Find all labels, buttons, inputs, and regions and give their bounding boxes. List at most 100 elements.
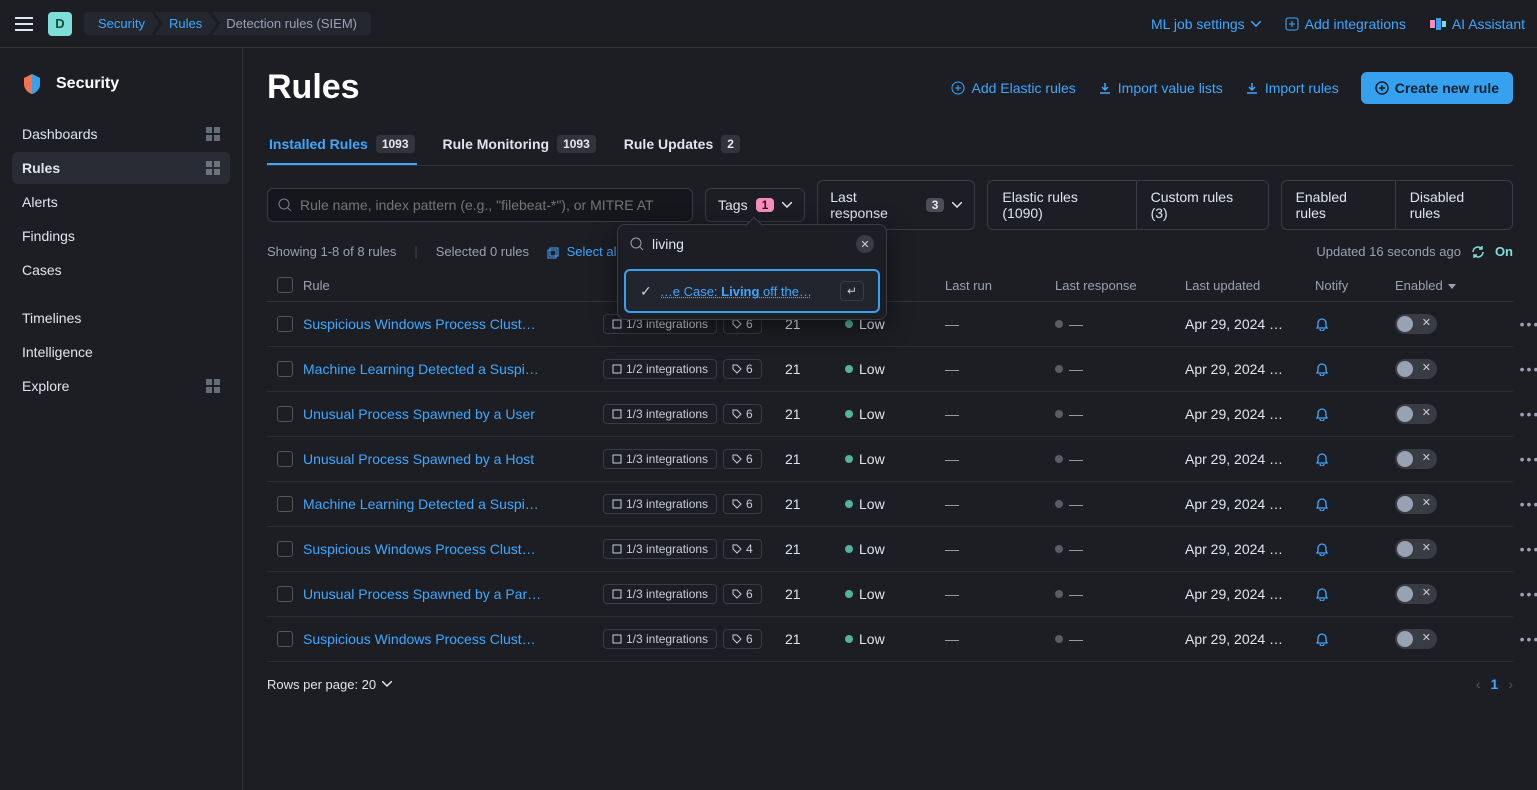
tags-chip[interactable]: 6 — [723, 494, 762, 514]
tab-rule-updates[interactable]: Rule Updates 2 — [622, 125, 742, 165]
enabled-toggle[interactable]: ✕ — [1395, 404, 1437, 424]
pager-prev[interactable]: ‹ — [1476, 676, 1481, 692]
hamburger-icon[interactable] — [12, 12, 36, 36]
rule-name-link[interactable]: Suspicious Windows Process Clust… — [303, 541, 603, 557]
custom-rules-seg[interactable]: Custom rules (3) — [1136, 181, 1268, 229]
enabled-toggle[interactable]: ✕ — [1395, 314, 1437, 334]
integrations-chip[interactable]: 1/3 integrations — [603, 494, 717, 514]
sidebar-item-timelines[interactable]: Timelines — [12, 302, 230, 334]
enabled-toggle[interactable]: ✕ — [1395, 539, 1437, 559]
disabled-rules-seg[interactable]: Disabled rules — [1395, 181, 1512, 229]
sidebar-item-dashboards[interactable]: Dashboards — [12, 118, 230, 150]
row-actions-button[interactable]: ••• — [1505, 361, 1537, 377]
rule-name-link[interactable]: Suspicious Windows Process Clust… — [303, 631, 603, 647]
space-avatar[interactable]: D — [48, 12, 72, 36]
rule-name-link[interactable]: Machine Learning Detected a Suspi… — [303, 361, 603, 377]
tags-option-row[interactable]: ✓ …e Case: Living off the… ↵ — [624, 269, 880, 313]
rule-name-link[interactable]: Unusual Process Spawned by a User — [303, 406, 603, 422]
row-checkbox[interactable] — [277, 586, 293, 602]
import-rules-link[interactable]: Import rules — [1245, 80, 1339, 96]
rule-name-link[interactable]: Unusual Process Spawned by a Host — [303, 451, 603, 467]
tags-chip[interactable]: 6 — [723, 359, 762, 379]
add-elastic-rules-link[interactable]: Add Elastic rules — [951, 80, 1075, 96]
notify-bell-button[interactable] — [1315, 542, 1395, 556]
enabled-toggle[interactable]: ✕ — [1395, 359, 1437, 379]
enabled-toggle[interactable]: ✕ — [1395, 584, 1437, 604]
create-new-rule-button[interactable]: Create new rule — [1361, 72, 1513, 104]
tab-installed-rules[interactable]: Installed Rules 1093 — [267, 125, 417, 165]
notify-bell-button[interactable] — [1315, 362, 1395, 376]
integrations-chip[interactable]: 1/3 integrations — [603, 404, 717, 424]
tab-rule-monitoring[interactable]: Rule Monitoring 1093 — [441, 125, 598, 165]
sidebar-title[interactable]: Security — [12, 64, 230, 104]
rows-per-page-button[interactable]: Rows per page: 20 — [267, 677, 392, 692]
row-actions-button[interactable]: ••• — [1505, 631, 1537, 647]
bell-icon — [1315, 587, 1329, 601]
ml-job-settings-link[interactable]: ML job settings — [1151, 16, 1261, 32]
row-checkbox[interactable] — [277, 361, 293, 377]
rule-name-link[interactable]: Machine Learning Detected a Suspi… — [303, 496, 603, 512]
rule-search-input[interactable] — [267, 188, 693, 222]
pager-page-1[interactable]: 1 — [1491, 676, 1499, 692]
col-rule[interactable]: Rule — [303, 278, 603, 293]
notify-bell-button[interactable] — [1315, 632, 1395, 646]
sidebar-item-findings[interactable]: Findings — [12, 220, 230, 252]
import-value-lists-link[interactable]: Import value lists — [1098, 80, 1223, 96]
sidebar-item-explore[interactable]: Explore — [12, 370, 230, 402]
enabled-rules-seg[interactable]: Enabled rules — [1282, 181, 1395, 229]
notify-bell-button[interactable] — [1315, 452, 1395, 466]
rule-name-link[interactable]: Suspicious Windows Process Clust… — [303, 316, 603, 332]
integrations-chip[interactable]: 1/3 integrations — [603, 629, 717, 649]
col-enabled[interactable]: Enabled — [1395, 278, 1443, 293]
enabled-toggle[interactable]: ✕ — [1395, 494, 1437, 514]
enabled-toggle[interactable]: ✕ — [1395, 629, 1437, 649]
ai-assistant-link[interactable]: AI Assistant — [1430, 16, 1525, 32]
breadcrumb-security[interactable]: Security — [84, 12, 159, 35]
integrations-chip[interactable]: 1/3 integrations — [603, 539, 717, 559]
tags-chip[interactable]: 4 — [723, 539, 762, 559]
sidebar-item-alerts[interactable]: Alerts — [12, 186, 230, 218]
col-notify[interactable]: Notify — [1315, 278, 1395, 293]
row-checkbox[interactable] — [277, 451, 293, 467]
row-actions-button[interactable]: ••• — [1505, 451, 1537, 467]
integrations-chip[interactable]: 1/2 integrations — [603, 359, 717, 379]
row-actions-button[interactable]: ••• — [1505, 316, 1537, 332]
notify-bell-button[interactable] — [1315, 317, 1395, 331]
sidebar-item-intelligence[interactable]: Intelligence — [12, 336, 230, 368]
col-last-updated[interactable]: Last updated — [1185, 278, 1315, 293]
refresh-icon[interactable] — [1471, 245, 1485, 259]
row-actions-button[interactable]: ••• — [1505, 406, 1537, 422]
sidebar-item-cases[interactable]: Cases — [12, 254, 230, 286]
last-response-filter-button[interactable]: Last response 3 — [817, 180, 975, 230]
tags-chip[interactable]: 6 — [723, 449, 762, 469]
sidebar-item-rules[interactable]: Rules — [12, 152, 230, 184]
select-all-checkbox[interactable] — [277, 277, 293, 293]
notify-bell-button[interactable] — [1315, 497, 1395, 511]
col-last-response[interactable]: Last response — [1055, 278, 1185, 293]
breadcrumb-rules[interactable]: Rules — [155, 12, 216, 35]
rule-name-link[interactable]: Unusual Process Spawned by a Par… — [303, 586, 603, 602]
row-checkbox[interactable] — [277, 316, 293, 332]
add-integrations-link[interactable]: Add integrations — [1285, 16, 1406, 32]
integrations-chip[interactable]: 1/3 integrations — [603, 584, 717, 604]
tags-chip[interactable]: 6 — [723, 404, 762, 424]
row-checkbox[interactable] — [277, 496, 293, 512]
tags-search-input[interactable] — [652, 236, 848, 252]
enabled-toggle[interactable]: ✕ — [1395, 449, 1437, 469]
elastic-rules-seg[interactable]: Elastic rules (1090) — [988, 181, 1135, 229]
clear-search-icon[interactable]: ✕ — [856, 235, 874, 253]
col-last-run[interactable]: Last run — [945, 278, 1055, 293]
integrations-chip[interactable]: 1/3 integrations — [603, 449, 717, 469]
row-checkbox[interactable] — [277, 631, 293, 647]
notify-bell-button[interactable] — [1315, 587, 1395, 601]
pager-next[interactable]: › — [1508, 676, 1513, 692]
row-checkbox[interactable] — [277, 541, 293, 557]
tags-chip[interactable]: 6 — [723, 629, 762, 649]
row-actions-button[interactable]: ••• — [1505, 586, 1537, 602]
tags-chip[interactable]: 6 — [723, 584, 762, 604]
row-actions-button[interactable]: ••• — [1505, 541, 1537, 557]
row-actions-button[interactable]: ••• — [1505, 496, 1537, 512]
row-checkbox[interactable] — [277, 406, 293, 422]
notify-bell-button[interactable] — [1315, 407, 1395, 421]
rule-search-field[interactable] — [300, 197, 682, 213]
